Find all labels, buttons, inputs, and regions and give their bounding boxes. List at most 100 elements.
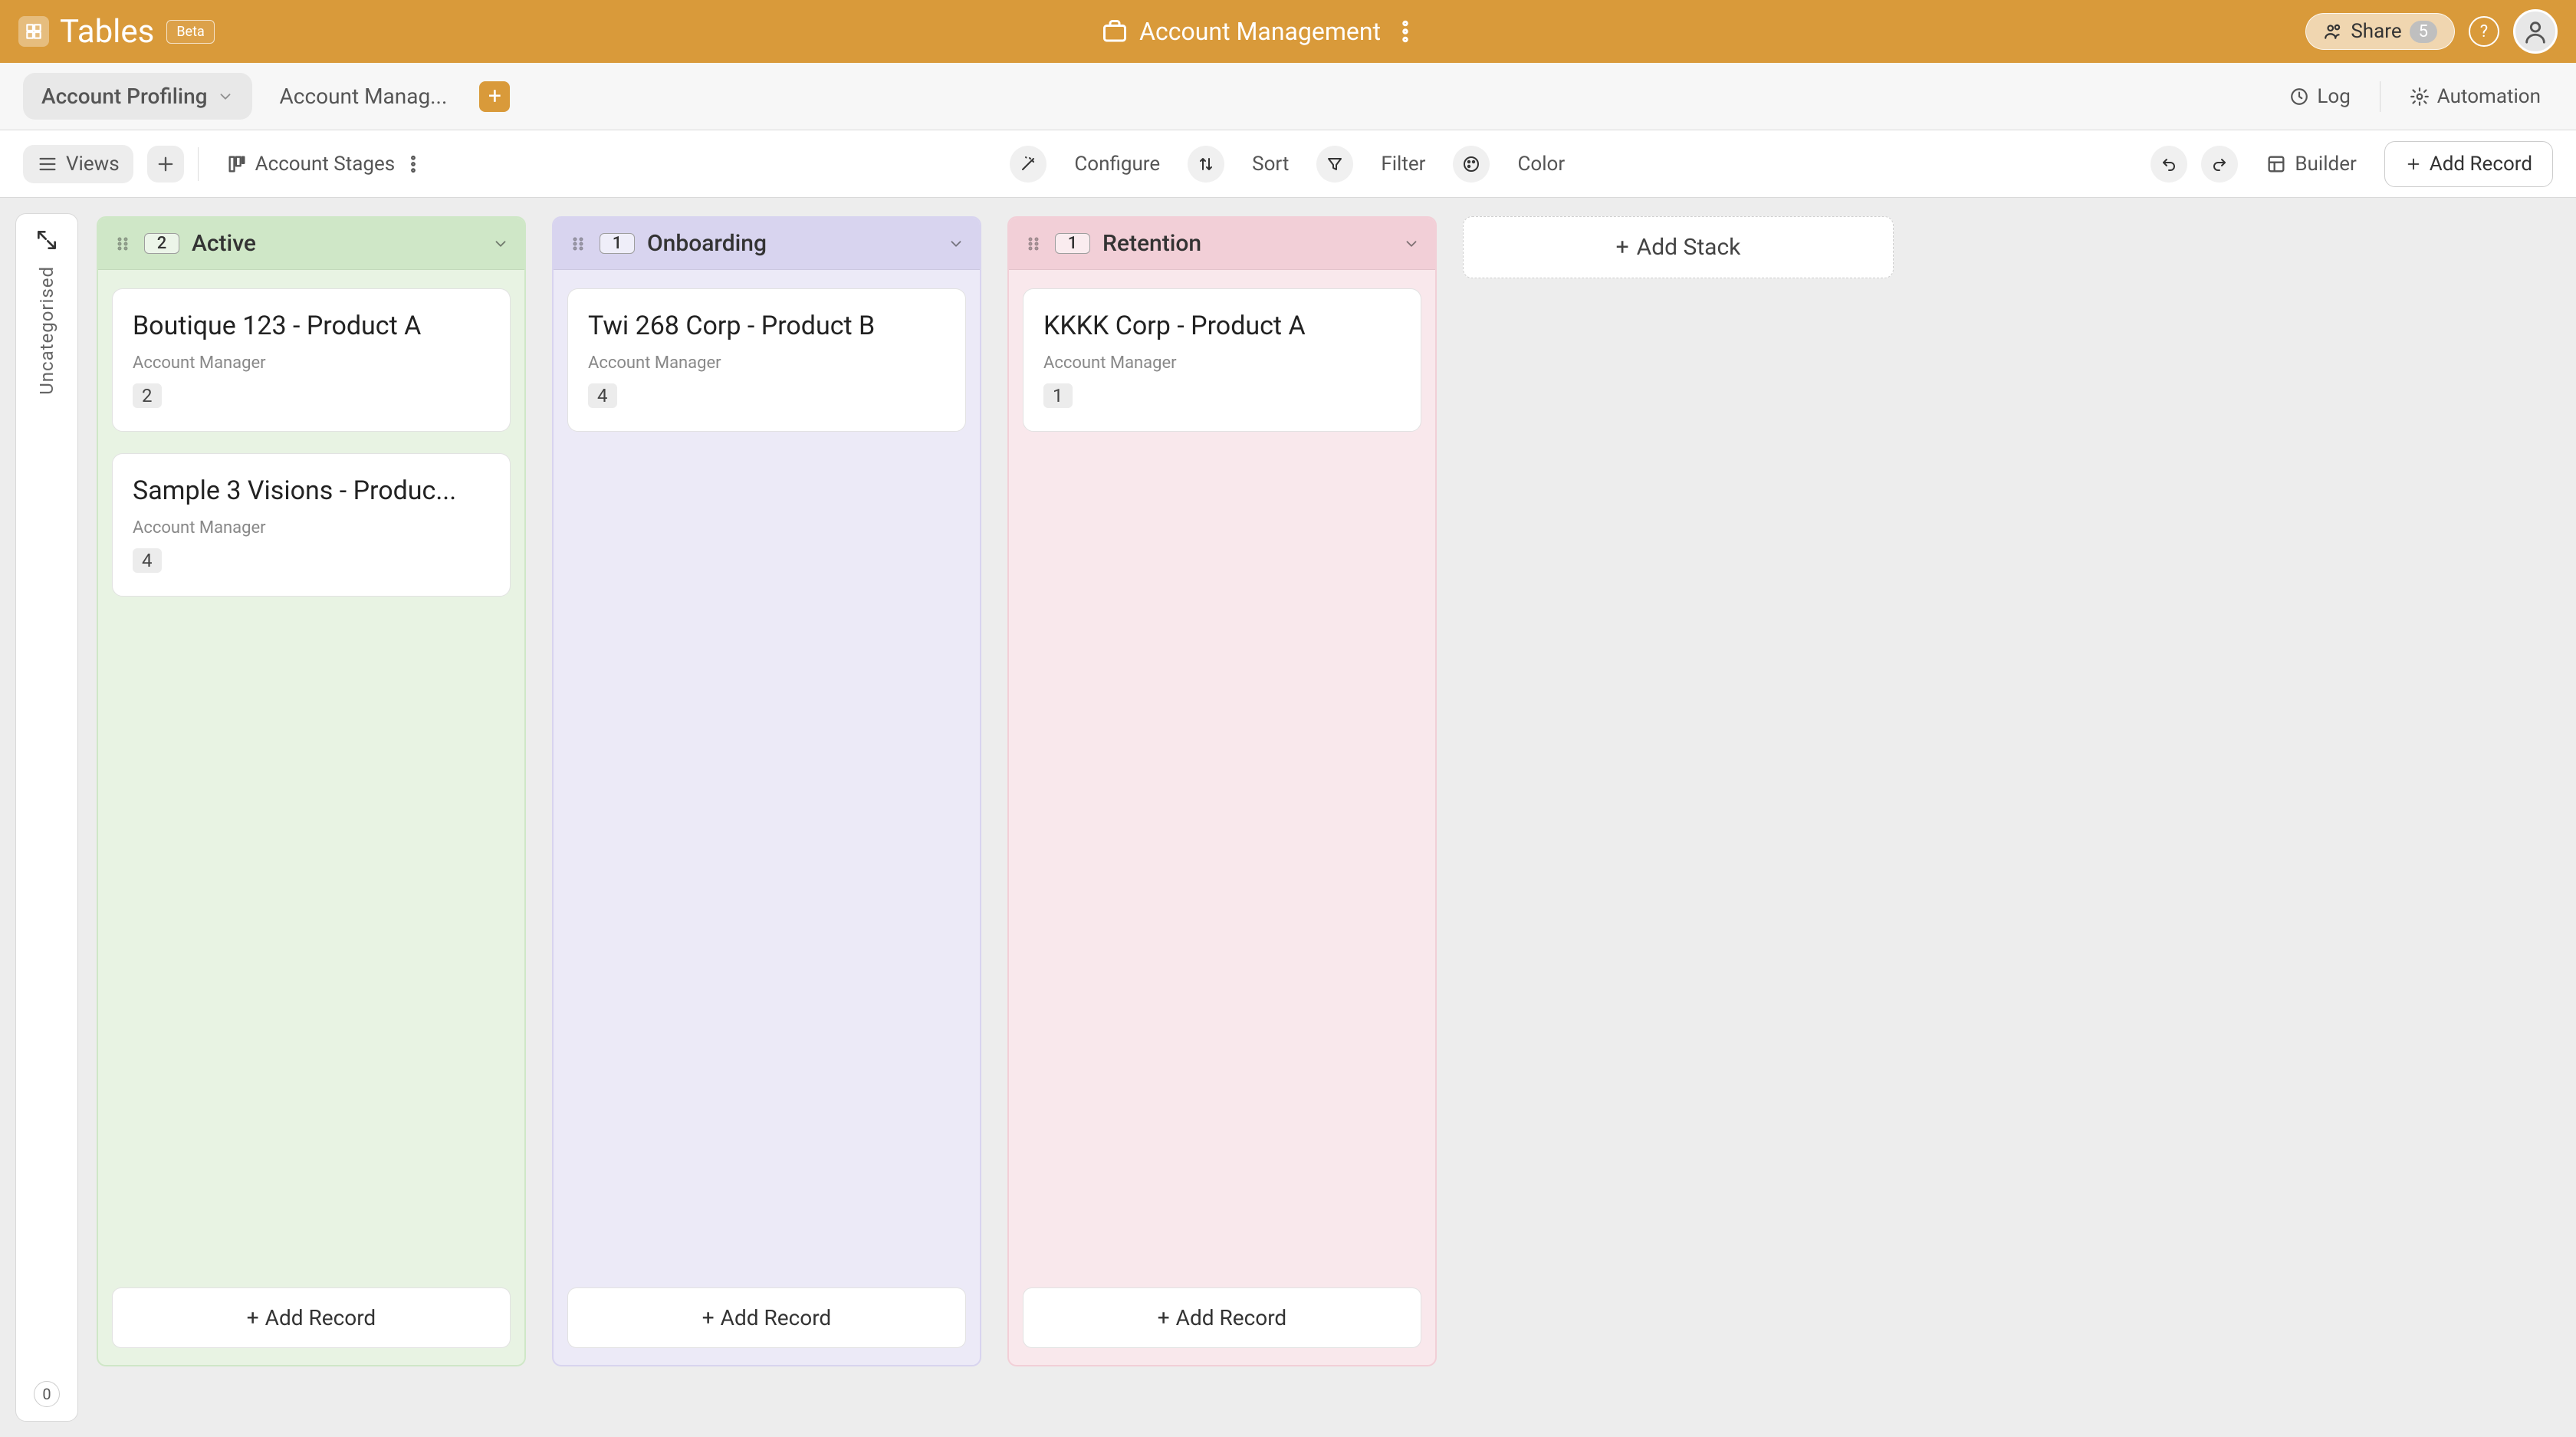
- configure-label: Configure: [1074, 153, 1160, 176]
- stack-header[interactable]: 1 Onboarding: [554, 218, 980, 270]
- share-count: 5: [2410, 21, 2437, 43]
- builder-button[interactable]: Builder: [2252, 145, 2370, 183]
- configure-button[interactable]: Configure: [1060, 145, 1174, 183]
- views-button[interactable]: Views: [23, 145, 133, 183]
- stack-retention: 1 Retention KKKK Corp - Product A Accoun…: [1007, 216, 1437, 1366]
- app-name: Tables: [60, 13, 154, 51]
- plus-icon: +: [702, 1305, 715, 1330]
- wand-icon: [1019, 155, 1037, 173]
- grip-icon[interactable]: [113, 235, 132, 253]
- automation-label: Automation: [2437, 85, 2541, 108]
- clock-icon: [2289, 87, 2309, 107]
- color-icon-button[interactable]: [1453, 146, 1490, 183]
- add-tab-button[interactable]: +: [479, 81, 510, 112]
- sort-icon-button[interactable]: [1188, 146, 1224, 183]
- filter-icon: [1326, 155, 1344, 173]
- stack-add-record-label: Add Record: [1176, 1305, 1287, 1330]
- filter-button[interactable]: Filter: [1367, 145, 1439, 183]
- log-button[interactable]: Log: [2277, 77, 2362, 116]
- card-field-label: Account Manager: [1043, 353, 1401, 373]
- sort-label: Sort: [1252, 153, 1289, 176]
- stack-add-record-label: Add Record: [721, 1305, 832, 1330]
- board-wrap: Uncategorised 0 2 Active Boutique 123 - …: [0, 198, 2576, 1437]
- filter-icon-button[interactable]: [1316, 146, 1353, 183]
- add-record-label: Add Record: [2430, 153, 2532, 176]
- record-card[interactable]: Twi 268 Corp - Product B Account Manager…: [567, 288, 966, 432]
- undo-icon: [2160, 155, 2178, 173]
- chevron-down-icon[interactable]: [1403, 235, 1420, 252]
- menu-icon: [37, 153, 58, 175]
- help-button[interactable]: ?: [2469, 16, 2499, 47]
- share-button[interactable]: Share 5: [2305, 13, 2455, 50]
- filter-label: Filter: [1381, 153, 1425, 176]
- uncategorised-label: Uncategorised: [36, 266, 58, 395]
- person-icon: [2522, 18, 2548, 44]
- sort-button[interactable]: Sort: [1238, 145, 1303, 183]
- toolbar: Views Account Stages Configure Sort Filt…: [0, 130, 2576, 198]
- users-icon: [2323, 21, 2343, 41]
- current-view[interactable]: Account Stages: [212, 145, 439, 183]
- card-field-label: Account Manager: [588, 353, 945, 373]
- grip-icon[interactable]: [1024, 235, 1043, 253]
- tab-account-management[interactable]: Account Manag...: [261, 73, 466, 120]
- gear-icon: [2410, 87, 2430, 107]
- tab-account-profiling[interactable]: Account Profiling: [23, 73, 252, 120]
- card-field-value: 4: [588, 383, 617, 408]
- uncategorised-panel[interactable]: Uncategorised 0: [15, 213, 78, 1422]
- page-title[interactable]: Account Management: [1139, 17, 1381, 46]
- stack-add-record-button[interactable]: +Add Record: [112, 1287, 511, 1348]
- add-record-button[interactable]: Add Record: [2384, 141, 2553, 187]
- divider: [198, 147, 199, 181]
- stack-add-record-button[interactable]: +Add Record: [1023, 1287, 1421, 1348]
- add-stack-button[interactable]: + Add Stack: [1463, 216, 1894, 278]
- stack-add-record-button[interactable]: +Add Record: [567, 1287, 966, 1348]
- tabbar: Account Profiling Account Manag... + Log…: [0, 63, 2576, 130]
- more-vertical-icon[interactable]: [402, 153, 424, 175]
- kanban-board: 2 Active Boutique 123 - Product A Accoun…: [78, 198, 2576, 1437]
- stack-name: Retention: [1102, 230, 1201, 257]
- color-label: Color: [1517, 153, 1565, 176]
- undo-button[interactable]: [2150, 146, 2187, 183]
- chevron-down-icon[interactable]: [492, 235, 509, 252]
- beta-badge: Beta: [166, 20, 214, 44]
- sort-icon: [1197, 155, 1215, 173]
- more-vertical-icon[interactable]: [1392, 18, 1419, 45]
- record-card[interactable]: Boutique 123 - Product A Account Manager…: [112, 288, 511, 432]
- views-label: Views: [66, 153, 120, 176]
- chevron-down-icon[interactable]: [217, 88, 234, 105]
- stack-name: Onboarding: [647, 230, 767, 257]
- redo-button[interactable]: [2201, 146, 2238, 183]
- chevron-down-icon[interactable]: [948, 235, 964, 252]
- configure-icon-button[interactable]: [1010, 146, 1046, 183]
- plus-icon: +: [1616, 234, 1629, 261]
- user-avatar[interactable]: [2513, 9, 2558, 54]
- kanban-icon: [226, 153, 248, 175]
- stack-count: 1: [1055, 233, 1090, 254]
- automation-button[interactable]: Automation: [2397, 77, 2553, 116]
- stack-header[interactable]: 2 Active: [98, 218, 524, 270]
- log-label: Log: [2317, 85, 2350, 108]
- grip-icon[interactable]: [569, 235, 587, 253]
- add-view-button[interactable]: [147, 146, 184, 183]
- record-card[interactable]: KKKK Corp - Product A Account Manager 1: [1023, 288, 1421, 432]
- stack-cards: KKKK Corp - Product A Account Manager 1: [1009, 270, 1435, 450]
- palette-icon: [1462, 155, 1480, 173]
- add-stack-label: Add Stack: [1637, 234, 1741, 261]
- redo-icon: [2210, 155, 2229, 173]
- stack-cards: Twi 268 Corp - Product B Account Manager…: [554, 270, 980, 450]
- stack-count: 2: [144, 233, 179, 254]
- card-field-label: Account Manager: [133, 353, 490, 373]
- plus-icon: [2405, 156, 2422, 173]
- app-logo[interactable]: [18, 16, 49, 47]
- color-button[interactable]: Color: [1503, 145, 1579, 183]
- share-label: Share: [2351, 20, 2401, 43]
- expand-icon[interactable]: [34, 228, 59, 252]
- stack-active: 2 Active Boutique 123 - Product A Accoun…: [97, 216, 526, 1366]
- briefcase-icon: [1101, 18, 1129, 45]
- record-card[interactable]: Sample 3 Visions - Produc... Account Man…: [112, 453, 511, 597]
- card-field-value: 1: [1043, 383, 1073, 408]
- stack-cards: Boutique 123 - Product A Account Manager…: [98, 270, 524, 615]
- plus-icon: +: [1158, 1305, 1170, 1330]
- stack-header[interactable]: 1 Retention: [1009, 218, 1435, 270]
- tab-label: Account Manag...: [280, 84, 448, 109]
